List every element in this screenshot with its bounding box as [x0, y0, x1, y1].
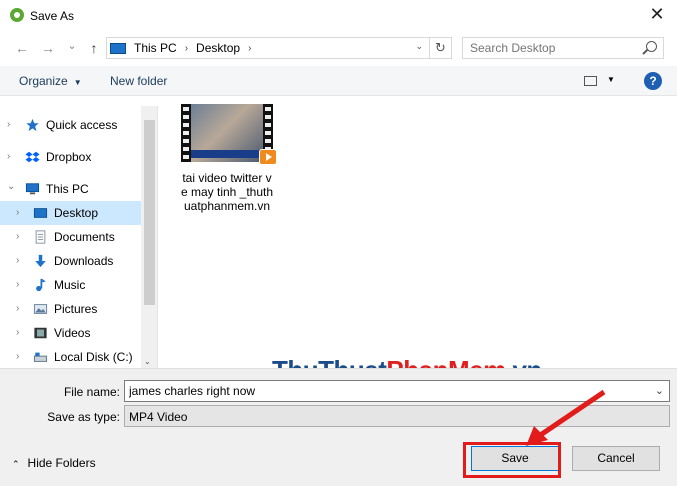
search-input[interactable]	[463, 38, 643, 58]
music-icon	[36, 278, 46, 292]
app-icon	[10, 8, 24, 22]
sidebar-item-pictures[interactable]: › Pictures	[0, 297, 141, 321]
video-file-icon	[181, 104, 277, 165]
chevron-down-icon[interactable]: ⌄	[7, 181, 15, 192]
file-name-label: tai video twitter ve may tinh _thuthuatp…	[180, 171, 274, 213]
refresh-icon[interactable]: ↻	[429, 38, 451, 58]
dropbox-icon	[25, 151, 40, 163]
disk-icon	[33, 352, 48, 362]
sidebar-item-this-pc[interactable]: ⌄ This PC	[0, 177, 141, 201]
sidebar-item-dropbox[interactable]: › Dropbox	[0, 145, 141, 169]
save-type-field-label: Save as type:	[47, 410, 120, 424]
sidebar-item-label: Documents	[54, 230, 115, 244]
pictures-icon	[33, 304, 48, 314]
desktop-icon	[33, 208, 48, 218]
change-view-icon[interactable]	[584, 76, 597, 86]
chevron-down-icon[interactable]: ⌄	[655, 384, 664, 397]
sidebar-item-quick-access[interactable]: › Quick access	[0, 113, 141, 137]
file-list: tai video twitter ve may tinh _thuthuatp…	[159, 96, 677, 368]
navigation-bar: ← → ⌄ ↑ This PC › Desktop › ⌄ ↻	[0, 31, 677, 65]
scrollbar-thumb[interactable]	[144, 120, 155, 305]
chevron-right-icon[interactable]: ›	[248, 43, 251, 54]
chevron-right-icon[interactable]: ›	[7, 119, 10, 130]
chevron-right-icon[interactable]: ›	[16, 327, 19, 338]
organize-label: Organize	[19, 74, 68, 88]
sidebar-item-label: Desktop	[54, 206, 99, 220]
search-icon[interactable]	[646, 41, 657, 52]
sidebar-item-label: Music	[54, 278, 86, 292]
forward-arrow-icon[interactable]: →	[40, 40, 56, 56]
help-icon[interactable]: ?	[644, 72, 662, 90]
sidebar-item-music[interactable]: › Music	[0, 273, 141, 297]
downloads-icon	[35, 254, 46, 268]
sidebar-item-videos[interactable]: › Videos	[0, 321, 141, 345]
hide-folders-label: Hide Folders	[27, 456, 96, 470]
caret-down-icon: ▼	[73, 78, 82, 87]
address-bar[interactable]: This PC › Desktop › ⌄ ↻	[106, 37, 452, 59]
star-icon	[26, 118, 39, 132]
computer-icon	[110, 42, 126, 54]
computer-icon	[25, 183, 40, 195]
file-name-field-label: File name:	[63, 385, 120, 399]
sidebar-item-local-disk[interactable]: › Local Disk (C:)	[0, 345, 141, 368]
search-box[interactable]	[462, 37, 664, 59]
recent-locations-icon[interactable]: ⌄	[64, 38, 80, 54]
sidebar-item-documents[interactable]: › Documents	[0, 225, 141, 249]
chevron-right-icon[interactable]: ›	[7, 151, 10, 162]
breadcrumb-desktop[interactable]: Desktop	[196, 41, 240, 55]
chevron-right-icon[interactable]: ›	[16, 351, 19, 362]
sidebar-scrollbar[interactable]: ⌄	[141, 106, 157, 368]
title-bar: Save As ✕	[0, 0, 677, 31]
sidebar-item-downloads[interactable]: › Downloads	[0, 249, 141, 273]
hide-folders-button[interactable]: ⌃ Hide Folders	[12, 456, 96, 470]
sidebar-item-label: Dropbox	[46, 150, 92, 164]
sidebar-item-label: Downloads	[54, 254, 114, 268]
new-folder-button[interactable]: New folder	[110, 74, 167, 88]
chevron-right-icon[interactable]: ›	[16, 207, 19, 218]
navigation-pane: › Quick access › Dropbox ⌄ This PC › Des…	[0, 106, 158, 368]
chevron-right-icon[interactable]: ›	[16, 279, 19, 290]
close-icon[interactable]: ✕	[647, 4, 667, 24]
back-arrow-icon[interactable]: ←	[14, 40, 30, 56]
vlc-icon	[259, 149, 277, 165]
sidebar-item-label: Local Disk (C:)	[54, 350, 133, 364]
file-item[interactable]: tai video twitter ve may tinh _thuthuatp…	[179, 104, 277, 213]
chevron-right-icon[interactable]: ›	[16, 255, 19, 266]
scroll-down-icon[interactable]: ⌄	[144, 357, 151, 366]
sidebar-item-label: This PC	[46, 182, 89, 196]
caret-up-icon: ⌃	[12, 459, 20, 469]
organize-button[interactable]: Organize ▼	[19, 74, 82, 88]
window-title: Save As	[30, 9, 75, 23]
view-options-caret-icon[interactable]: ▼	[607, 75, 615, 84]
videos-icon	[34, 327, 47, 339]
sidebar-item-label: Videos	[54, 326, 91, 340]
chevron-right-icon[interactable]: ›	[185, 43, 188, 54]
breadcrumb-this-pc[interactable]: This PC	[134, 41, 177, 55]
address-dropdown-icon[interactable]: ⌄	[415, 41, 423, 52]
sidebar-item-desktop[interactable]: › Desktop	[0, 201, 141, 225]
chevron-right-icon[interactable]: ›	[16, 303, 19, 314]
command-toolbar: Organize ▼ New folder ▼ ?	[0, 66, 677, 96]
annotation-arrow-icon	[526, 389, 606, 446]
sidebar-item-label: Quick access	[46, 118, 118, 132]
sidebar-item-label: Pictures	[54, 302, 98, 316]
up-arrow-icon[interactable]: ↑	[86, 40, 102, 56]
chevron-right-icon[interactable]: ›	[16, 231, 19, 242]
documents-icon	[35, 230, 46, 244]
